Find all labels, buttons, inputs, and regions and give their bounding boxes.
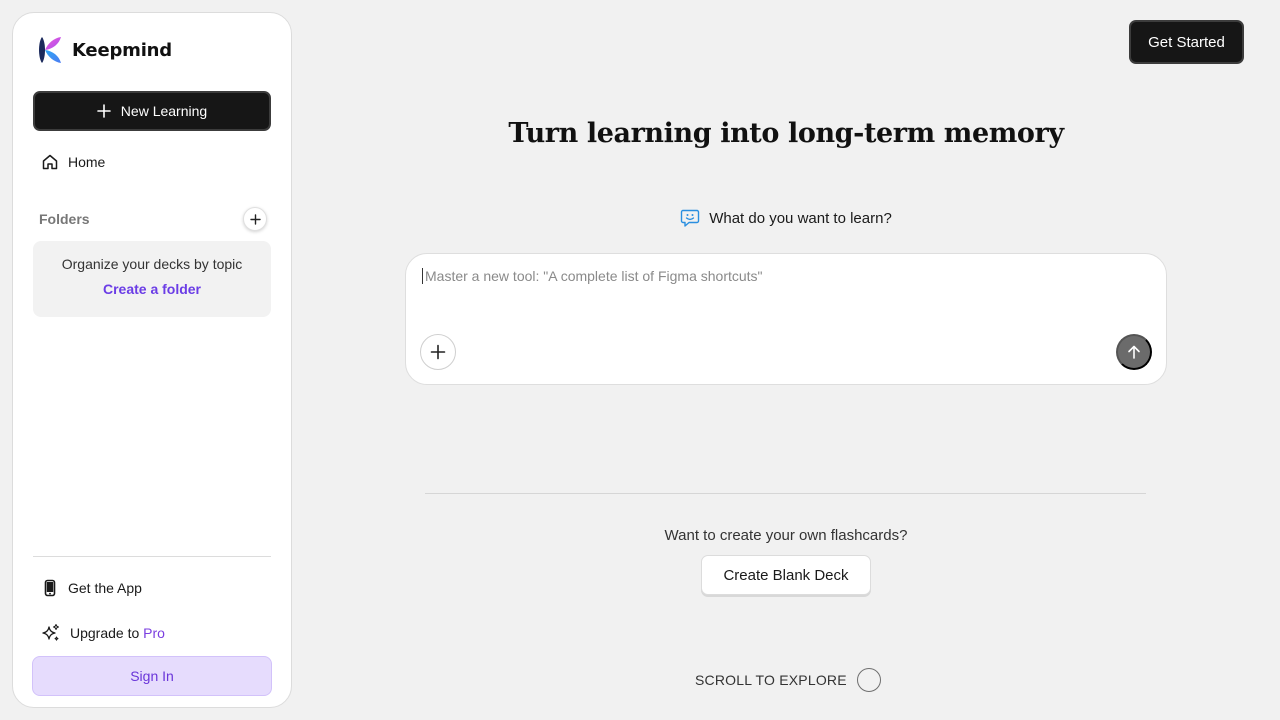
plus-icon — [430, 344, 446, 360]
sidebar-item-home-label: Home — [68, 154, 106, 170]
folders-heading: Folders — [39, 211, 90, 227]
section-divider — [425, 493, 1146, 494]
sidebar-divider — [33, 556, 271, 557]
learning-topic-input[interactable] — [422, 268, 1142, 284]
folders-empty-state: Organize your decks by topic Create a fo… — [33, 241, 271, 317]
create-folder-link[interactable]: Create a folder — [103, 281, 201, 297]
keepmind-logo-icon — [39, 37, 61, 63]
upgrade-pro-highlight: Pro — [143, 625, 165, 641]
new-learning-button[interactable]: New Learning — [33, 91, 271, 131]
create-blank-deck-button[interactable]: Create Blank Deck — [701, 555, 871, 595]
smartphone-icon — [44, 579, 56, 597]
get-app-label: Get the App — [68, 580, 142, 596]
sidebar-item-home[interactable]: Home — [41, 153, 105, 171]
sidebar: Keepmind New Learning Home Folders Organ… — [12, 12, 292, 708]
folders-hint: Organize your decks by topic — [61, 256, 243, 272]
sparkles-icon — [42, 623, 60, 641]
sign-in-button[interactable]: Sign In — [32, 656, 272, 696]
add-folder-button[interactable] — [243, 207, 267, 231]
own-flashcards-prompt: Want to create your own flashcards? — [664, 527, 908, 544]
get-started-button[interactable]: Get Started — [1129, 20, 1244, 64]
learn-question: What do you want to learn? — [709, 209, 892, 227]
home-icon — [42, 154, 58, 170]
attach-button[interactable] — [420, 334, 456, 370]
app-name: Keepmind — [72, 39, 172, 61]
scroll-label: SCROLL TO EXPLORE — [695, 672, 847, 688]
chat-smile-icon — [680, 209, 700, 227]
scroll-to-explore[interactable]: SCROLL TO EXPLORE — [695, 668, 881, 692]
scroll-indicator-icon — [856, 668, 881, 692]
learning-prompt-box — [405, 253, 1167, 385]
sidebar-item-get-app[interactable]: Get the App — [41, 579, 142, 597]
learn-prompt-label: What do you want to learn? — [405, 208, 1167, 228]
new-learning-label: New Learning — [120, 103, 208, 119]
upgrade-prefix: Upgrade to — [70, 625, 144, 641]
sidebar-item-upgrade[interactable]: Upgrade to Pro — [41, 623, 165, 643]
plus-icon — [249, 213, 261, 225]
app-logo[interactable]: Keepmind — [37, 35, 172, 65]
arrow-up-icon — [1128, 345, 1140, 359]
page-title: Turn learning into long-term memory — [508, 118, 1064, 149]
plus-icon — [96, 104, 111, 118]
upgrade-label: Upgrade to Pro — [70, 625, 165, 641]
send-button[interactable] — [1116, 334, 1152, 370]
